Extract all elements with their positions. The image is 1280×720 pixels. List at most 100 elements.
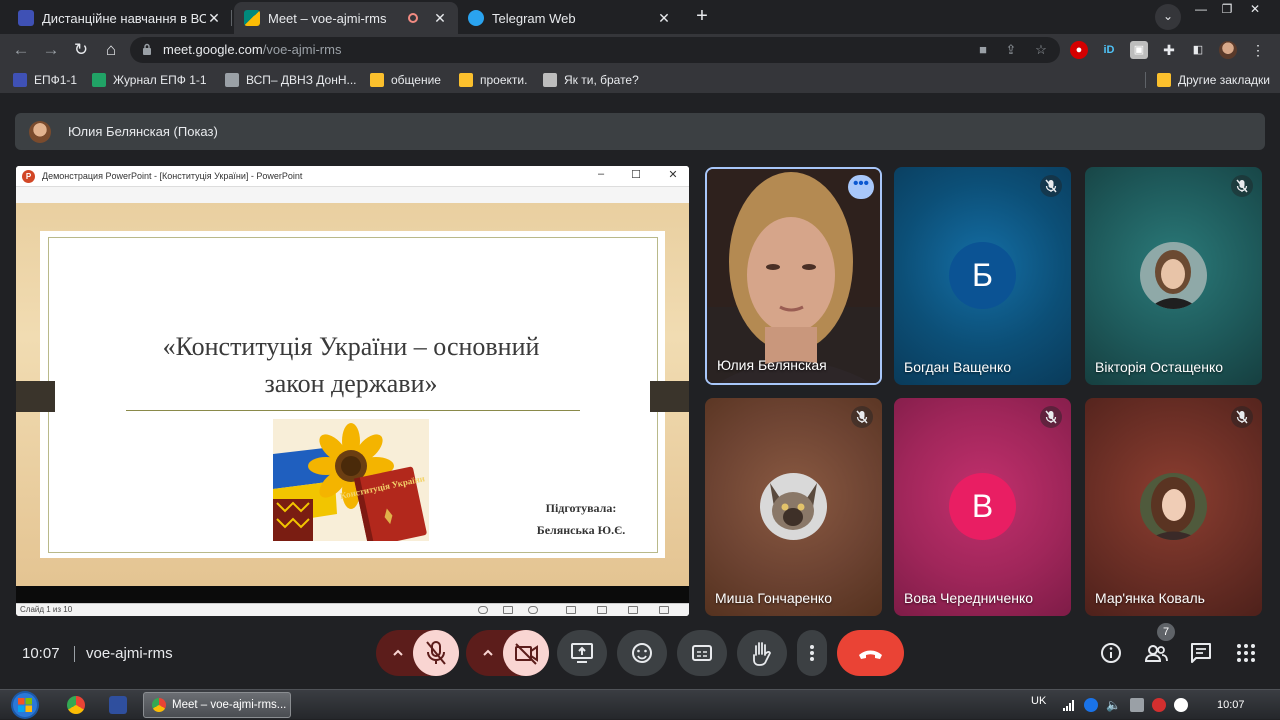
participant-tile[interactable]: В Вова Чередниченко [894,398,1071,616]
tab-search-chevron-icon[interactable]: ⌄ [1155,4,1181,30]
participant-name: Миша Гончаренко [715,590,833,606]
side-panel-icon[interactable]: ◧ [1189,41,1207,59]
powerpoint-statusbar: Слайд 1 из 10 [16,603,689,616]
camera-indicator-icon[interactable]: ■ [974,41,992,59]
close-icon[interactable]: ✕ [206,10,222,27]
reload-icon[interactable]: ↻ [70,39,92,61]
tab-title: Meet – voe-ajmi-rms [268,10,387,26]
powerpoint-window-title: Демонстрация PowerPoint - [Конституція У… [42,171,303,181]
close-icon[interactable]: ✕ [432,10,448,27]
captions-button[interactable] [677,630,727,676]
people-icon[interactable] [1143,640,1169,666]
chat-icon[interactable] [1188,640,1214,666]
camera-control [466,630,549,676]
restore-icon[interactable]: ❐ [1214,0,1240,20]
bookmark-label: ВСП– ДВНЗ ДонН... [246,73,357,87]
site-icon [225,73,239,87]
activities-grid-icon[interactable] [1233,640,1259,666]
folder-icon [1157,73,1171,87]
more-options-icon[interactable]: ••• [848,175,874,199]
bookmark-item[interactable]: ЕПФ1-1 [13,72,77,88]
powerpoint-titlebar: P Демонстрация PowerPoint - [Конституція… [16,166,689,187]
bookmarks-bar: ЕПФ1-1 Журнал ЕПФ 1-1 ВСП– ДВНЗ ДонН... … [0,66,1280,94]
reading-view-icon [628,606,638,614]
raise-hand-button[interactable] [737,630,787,676]
network-icon[interactable] [1130,698,1144,712]
status-icon[interactable] [1174,698,1188,712]
presenter-view-icon [659,606,669,614]
back-icon[interactable]: ← [10,39,32,61]
chrome-taskbar-icon[interactable] [67,696,85,714]
language-indicator[interactable]: UK [1031,695,1046,707]
participant-tile[interactable]: Мар'янка Коваль [1085,398,1262,616]
volume-icon[interactable]: 🔈 [1106,698,1121,712]
tab-strip: Дистанційне навчання в ВСП ✕ Meet – voe-… [0,0,1280,34]
app-taskbar-icon[interactable] [109,696,127,714]
participant-tile[interactable]: Вікторія Остащенко [1085,167,1262,385]
share-icon[interactable]: ⇪ [1002,41,1020,59]
sorter-view-icon [597,606,607,614]
url-text: meet.google.com/voe-ajmi-rms [163,42,341,57]
presenting-label: Юлия Белянская (Показ) [68,124,218,139]
antivirus-icon[interactable] [1152,698,1166,712]
new-tab-button[interactable]: + [690,5,714,29]
telegram-favicon-icon [468,10,484,26]
bookmark-label: ЕПФ1-1 [34,73,78,87]
bookmark-folder[interactable]: проекти. [459,72,527,88]
chrome-menu-icon[interactable]: ⋮ [1249,41,1267,59]
window-close-icon[interactable]: ✕ [1242,0,1268,20]
bookmark-item[interactable]: ВСП– ДВНЗ ДонН... [225,72,357,88]
participant-tile[interactable]: Б Богдан Ващенко [894,167,1071,385]
toggle-camera-button[interactable] [503,630,549,676]
slide-counter: Слайд 1 из 10 [20,605,73,614]
home-icon[interactable]: ⌂ [100,39,122,61]
taskbar-window-label: Meet – voe-ajmi-rms... [172,699,287,711]
taskbar-window-meet[interactable]: Meet – voe-ajmi-rms... [143,692,291,718]
extension-red-icon[interactable]: ● [1070,41,1088,59]
credit-line1: Підготувала: [545,501,617,515]
chevron-up-icon[interactable] [390,645,406,661]
bookmark-star-icon[interactable]: ☆ [1032,41,1050,59]
slide-title: «Конституція України – основний закон де… [76,328,626,402]
tab-telegram[interactable]: Telegram Web ✕ [458,2,682,34]
extension-gray-icon[interactable]: ▣ [1130,41,1148,59]
address-bar[interactable]: meet.google.com/voe-ajmi-rms ■ ⇪ ☆ [130,37,1060,63]
present-screen-button[interactable] [557,630,607,676]
meet-favicon-icon [244,10,260,26]
more-options-button[interactable] [797,630,827,676]
leave-call-button[interactable] [837,630,904,676]
powerpoint-icon: P [22,170,35,183]
captions-icon [692,645,712,661]
meeting-code: voe-ajmi-rms [86,645,173,662]
folder-icon [459,73,473,87]
extensions-puzzle-icon[interactable]: ✚ [1160,41,1178,59]
slide-credit: Підготувала: Белянська Ю.Є. [516,497,646,541]
profile-avatar[interactable] [1219,41,1237,59]
other-bookmarks[interactable]: Другие закладки [1157,72,1270,88]
extension-id-icon[interactable]: iD [1100,41,1118,59]
meeting-info-icon[interactable] [1098,640,1124,666]
toggle-mic-button[interactable] [413,630,459,676]
bookmark-folder[interactable]: общение [370,72,441,88]
reactions-button[interactable] [617,630,667,676]
sheets-icon [92,73,106,87]
shared-screen: P Демонстрация PowerPoint - [Конституція… [16,166,689,616]
signal-icon[interactable] [1062,698,1076,712]
tab-meet[interactable]: Meet – voe-ajmi-rms ✕ [234,2,458,34]
windows-start-icon[interactable] [6,690,44,720]
bookmark-item[interactable]: Журнал ЕПФ 1-1 [92,72,207,88]
normal-view-icon [503,606,513,614]
tab-distance-learning[interactable]: Дистанційне навчання в ВСП ✕ [8,2,232,34]
minimize-icon[interactable]: — [1188,0,1214,20]
chevron-up-icon[interactable] [480,645,496,661]
participant-tile[interactable]: ••• Юлия Белянская [705,167,882,385]
mic-off-icon [1040,406,1062,428]
forward-icon[interactable]: → [40,39,62,61]
bookmark-item[interactable]: Як ти, брате? [543,72,639,88]
slide: «Конституція України – основний закон де… [16,203,689,586]
folder-icon [370,73,384,87]
power-icon[interactable] [1084,698,1098,712]
participant-tile[interactable]: Миша Гончаренко [705,398,882,616]
maximize-icon: ☐ [631,169,641,181]
close-icon[interactable]: ✕ [656,10,672,27]
